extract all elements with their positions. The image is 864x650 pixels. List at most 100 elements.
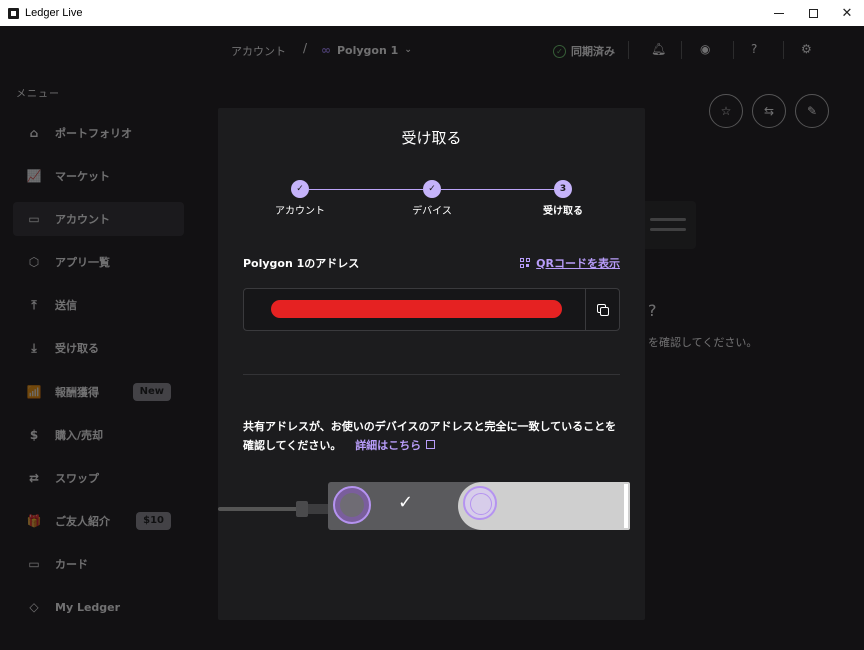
- star-button[interactable]: ☆: [709, 94, 743, 128]
- close-button[interactable]: ✕: [830, 0, 864, 26]
- send-icon: ⤒: [31, 297, 37, 312]
- chart-icon: 📈: [26, 169, 42, 184]
- sync-check-icon: ✓: [553, 44, 566, 58]
- eye-icon[interactable]: ◉: [700, 42, 710, 56]
- step-3-label: 受け取る: [543, 206, 583, 217]
- sidebar-item-10[interactable]: ▭ カード: [13, 547, 184, 581]
- bell-icon[interactable]: 🔔︎: [651, 42, 666, 56]
- receive-icon: ⤓: [31, 340, 37, 355]
- window-titlebar: Ledger Live ✕: [0, 0, 864, 26]
- dollar-icon: $: [29, 427, 39, 442]
- app-logo-icon: [8, 7, 19, 19]
- app-area: メニュー ⌂ ポートフォリオ 📈 マーケット ▭ アカウント ⬡ アプリ一覧 ⤒ 送信 ⤓ 受け取る 📶…: [0, 26, 864, 650]
- device-illustration: ✓: [218, 481, 645, 541]
- device-left-button: [333, 486, 371, 524]
- device-right-button: [463, 486, 497, 520]
- earn-icon: 📶: [26, 384, 42, 399]
- sidebar-item-label: 送信: [55, 299, 77, 313]
- step-connector: [309, 189, 423, 190]
- home-icon: ⌂: [29, 126, 39, 140]
- sidebar-item-label: アカウント: [55, 213, 110, 227]
- maximize-icon: [808, 8, 818, 18]
- usb-connector: [308, 504, 328, 514]
- breadcrumb-account[interactable]: ∞ Polygon 1 ⌄: [321, 43, 412, 57]
- maximize-button[interactable]: [796, 0, 830, 26]
- sidebar-item-label: 購入/売却: [55, 428, 104, 442]
- sidebar-item-label: アプリ一覧: [55, 256, 110, 270]
- wallet-icon: ▭: [28, 212, 40, 227]
- sync-status: ✓ 同期済み: [553, 43, 615, 59]
- sidebar-item-11[interactable]: ◇ My Ledger: [13, 590, 184, 624]
- sidebar-item-label: 報酬獲得: [55, 385, 99, 399]
- wrench-icon: ✎: [806, 104, 818, 118]
- tools-button[interactable]: ✎: [795, 94, 829, 128]
- verify-instructions: 共有アドレスが、お使いのデバイスのアドレスと完全に一致していることを確認してくだ…: [243, 417, 623, 455]
- minimize-icon: [774, 12, 784, 14]
- window-title: Ledger Live: [25, 7, 83, 19]
- usb-plug: [296, 501, 308, 517]
- sidebar-item-1[interactable]: 📈 マーケット: [13, 159, 184, 193]
- divider: [733, 41, 734, 59]
- gear-icon[interactable]: ⚙: [801, 42, 812, 56]
- sidebar-item-5[interactable]: ⤓ 受け取る: [13, 331, 184, 365]
- address-title: Polygon 1のアドレス: [243, 257, 360, 270]
- sidebar: メニュー ⌂ ポートフォリオ 📈 マーケット ▭ アカウント ⬡ アプリ一覧 ⤒ 送信 ⤓ 受け取る 📶…: [0, 26, 198, 650]
- star-icon: ☆: [720, 104, 732, 118]
- menu-title: メニュー: [16, 89, 60, 100]
- sidebar-item-label: カード: [55, 557, 88, 571]
- sidebar-item-0[interactable]: ⌂ ポートフォリオ: [13, 116, 184, 150]
- sidebar-item-2[interactable]: ▭ アカウント: [13, 202, 184, 237]
- step-3-dot: 3: [554, 180, 572, 198]
- copy-button[interactable]: [585, 289, 619, 330]
- sidebar-item-label: マーケット: [55, 170, 110, 184]
- sidebar-item-4[interactable]: ⤒ 送信: [13, 288, 184, 322]
- card-icon: ▭: [28, 556, 40, 571]
- sidebar-item-label: ご友人紹介: [55, 514, 110, 528]
- background-question: ?: [648, 301, 657, 320]
- sidebar-item-6[interactable]: 📶 報酬獲得 New: [13, 375, 184, 409]
- learn-more-link[interactable]: 詳細はこちら: [355, 439, 436, 452]
- sidebar-item-8[interactable]: ⇄ スワップ: [13, 461, 184, 495]
- divider: [628, 41, 629, 59]
- sync-label: 同期済み: [571, 45, 615, 58]
- show-qr-link[interactable]: QRコードを表示: [520, 255, 620, 271]
- sidebar-item-9[interactable]: 🎁 ご友人紹介 $10: [13, 504, 184, 538]
- receive-modal: 受け取る ✓ ✓ 3 アカウント デバイス 受け取る Polygon 1のアドレ…: [218, 108, 645, 620]
- sidebar-item-7[interactable]: $ 購入/売却: [13, 418, 184, 452]
- topbar: アカウント / ∞ Polygon 1 ⌄ ✓ 同期済み 🔔︎ ◉ ? ⚙: [198, 26, 864, 74]
- address-field[interactable]: [243, 288, 620, 331]
- usb-cable: [218, 507, 298, 511]
- step-2-label: デバイス: [412, 206, 452, 217]
- receive-circle-button[interactable]: ⇆: [752, 94, 786, 128]
- section-divider: [243, 374, 620, 375]
- modal-title: 受け取る: [401, 129, 462, 147]
- device-check-icon: ✓: [398, 492, 414, 513]
- address-value: [271, 300, 562, 318]
- chevron-down-icon: ⌄: [404, 45, 412, 55]
- sidebar-item-label: スワップ: [55, 471, 99, 485]
- sidebar-item-label: 受け取る: [55, 342, 99, 356]
- breadcrumb-separator: /: [303, 41, 308, 55]
- breadcrumb-root[interactable]: アカウント: [231, 43, 286, 59]
- step-1-dot: ✓: [291, 180, 309, 198]
- stepper: ✓ ✓ 3 アカウント デバイス 受け取る: [218, 180, 645, 220]
- copy-icon: [597, 304, 609, 316]
- sidebar-item-3[interactable]: ⬡ アプリ一覧: [13, 245, 184, 279]
- minimize-button[interactable]: [762, 0, 796, 26]
- show-qr-label: QRコードを表示: [536, 257, 620, 270]
- ledger-icon: ◇: [29, 600, 39, 615]
- apps-icon: ⬡: [28, 255, 40, 270]
- gift-icon: 🎁: [26, 513, 42, 528]
- swap-icon: ⇄: [28, 470, 40, 485]
- qr-code-icon: [520, 258, 531, 268]
- step-connector: [441, 189, 554, 190]
- divider: [783, 41, 784, 59]
- help-icon[interactable]: ?: [751, 42, 757, 56]
- sidebar-item-label: My Ledger: [55, 600, 121, 614]
- device-end: [624, 484, 628, 528]
- divider: [681, 41, 682, 59]
- sidebar-badge: New: [132, 382, 171, 401]
- background-text: を確認してください。: [648, 336, 758, 349]
- step-2-dot: ✓: [423, 180, 441, 198]
- arrows-icon: ⇆: [763, 104, 775, 118]
